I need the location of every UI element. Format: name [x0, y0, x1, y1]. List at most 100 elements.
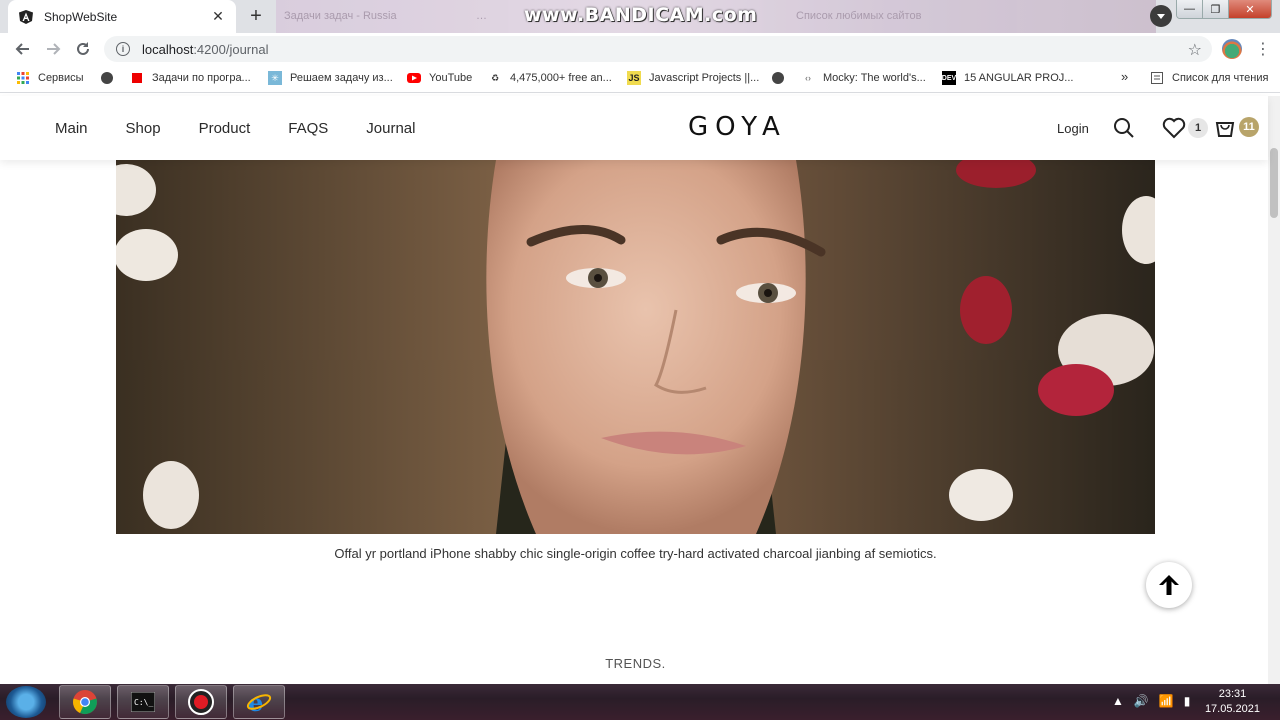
wishlist-count-badge: 1: [1188, 118, 1208, 138]
bookmark-label: Сервисы: [38, 72, 84, 84]
bookmark-item[interactable]: [100, 71, 122, 85]
more-menu-icon[interactable]: ⋮: [1255, 39, 1271, 59]
bookmark-item[interactable]: ‹› Mocky: The world's...: [801, 71, 926, 85]
back-icon[interactable]: [8, 34, 38, 64]
bookmarks-bar: Сервисы Задачи по програ... ✳ Решаем зада…: [0, 65, 1280, 93]
hero-caption: Offal yr portland iPhone shabby chic sin…: [334, 546, 937, 561]
taskbar-bandicam-button[interactable]: [175, 685, 227, 719]
dev-icon: DEV: [942, 71, 956, 85]
svg-text:C:\_: C:\_: [134, 698, 153, 707]
scroll-to-top-button[interactable]: [1146, 562, 1192, 608]
minimize-button[interactable]: —: [1177, 0, 1203, 18]
power-icon[interactable]: ▮: [1184, 694, 1191, 708]
reading-list-button[interactable]: Список для чтения: [1150, 71, 1268, 85]
system-tray: ▲ 🔊 📶 ▮: [1112, 694, 1190, 708]
clock[interactable]: 23:31 17.05.2021: [1205, 687, 1260, 717]
bookmark-label: Задачи по програ...: [152, 72, 251, 84]
bookmark-label: YouTube: [429, 72, 473, 84]
forward-icon[interactable]: [38, 34, 68, 64]
show-hidden-icons-icon[interactable]: ▲: [1112, 694, 1124, 708]
taskbar-ie-button[interactable]: e: [233, 685, 285, 719]
nav-journal[interactable]: Journal: [366, 120, 415, 137]
tab-title: ShopWebSite: [44, 9, 118, 24]
journal-hero-image: [116, 160, 1155, 534]
main-nav: Main Shop Product FAQS Journal: [55, 120, 453, 137]
portrait-photo: [116, 160, 1155, 534]
taskbar-chrome-button[interactable]: [59, 685, 111, 719]
maximize-button[interactable]: ❐: [1203, 0, 1229, 18]
bookmark-item[interactable]: JS Javascript Projects ||...: [627, 71, 759, 85]
login-link[interactable]: Login: [1057, 121, 1089, 136]
windows-taskbar: C:\_ e ▲ 🔊 📶 ▮ 23:31 17.05.2021: [0, 684, 1280, 720]
reading-list-icon: [1150, 71, 1164, 85]
close-tab-icon[interactable]: ✕: [210, 8, 226, 25]
bookmark-label: 15 ANGULAR PROJ...: [964, 72, 1074, 84]
page-scrollbar[interactable]: [1268, 96, 1280, 684]
ghost-tab-title: Задачи задач - Russia: [284, 10, 397, 22]
ghost-tab-title: Список любимых сайтов: [796, 10, 922, 22]
globe-icon: [100, 71, 114, 85]
tab-search-button[interactable]: [1150, 5, 1172, 27]
bookmark-item[interactable]: [771, 71, 793, 85]
internet-explorer-icon: e: [246, 689, 272, 715]
browser-tab-strip: Задачи задач - Russia … Список любимых с…: [0, 0, 1280, 33]
heart-icon[interactable]: [1162, 117, 1186, 139]
apps-grid-icon: [16, 71, 30, 85]
site-header: Main Shop Product FAQS Journal GOYA Logi…: [0, 96, 1268, 160]
nav-faqs[interactable]: FAQS: [288, 120, 328, 137]
search-icon[interactable]: [1113, 117, 1135, 139]
url-path: :4200/journal: [193, 41, 269, 57]
angular-icon: [19, 9, 33, 24]
youtube-icon: [407, 71, 421, 85]
tab-shopwebsite[interactable]: ShopWebSite ✕: [8, 0, 236, 33]
recording-watermark: www.BANDICAM.com: [524, 4, 758, 26]
bookmark-item[interactable]: DEV 15 ANGULAR PROJ...: [942, 71, 1073, 85]
js-icon: JS: [627, 71, 641, 85]
bookmark-label: Mocky: The world's...: [823, 72, 926, 84]
bookmark-item[interactable]: Задачи по програ...: [130, 71, 251, 85]
taskbar-cmd-button[interactable]: C:\_: [117, 685, 169, 719]
globe-icon: [771, 71, 785, 85]
red-square-icon: [130, 71, 144, 85]
chrome-icon: [73, 690, 97, 715]
bookmark-star-icon[interactable]: ☆: [1188, 40, 1202, 60]
bookmark-item[interactable]: YouTube: [407, 71, 472, 85]
terminal-icon: C:\_: [131, 692, 155, 712]
record-icon: [188, 689, 214, 715]
clock-time: 23:31: [1218, 688, 1247, 700]
reload-icon[interactable]: [68, 34, 98, 64]
bookmark-services[interactable]: Сервисы: [16, 71, 84, 85]
arrow-up-icon: [1159, 575, 1179, 595]
cart-icon[interactable]: [1214, 117, 1236, 139]
network-icon[interactable]: 📶: [1159, 694, 1174, 708]
address-bar[interactable]: i localhost:4200/journal ☆: [104, 36, 1212, 62]
bookmark-label: Решаем задачу из...: [290, 72, 393, 84]
recycle-icon: ♻: [490, 72, 500, 83]
volume-icon[interactable]: 🔊: [1134, 694, 1149, 708]
bookmark-item[interactable]: ♻ 4,475,000+ free an...: [488, 71, 612, 85]
clock-date: 17.05.2021: [1204, 703, 1260, 715]
snowflake-icon: ✳: [268, 71, 282, 85]
bookmark-item[interactable]: ✳ Решаем задачу из...: [268, 71, 393, 85]
start-button[interactable]: [6, 686, 46, 718]
nav-product[interactable]: Product: [199, 120, 251, 137]
ghost-tab-title: …: [476, 10, 487, 22]
nav-main[interactable]: Main: [55, 120, 88, 137]
url-text: localhost:4200/journal: [142, 42, 268, 57]
browser-toolbar: i localhost:4200/journal ☆ ⋮: [0, 33, 1280, 65]
site-logo[interactable]: GOYA: [688, 112, 787, 142]
profile-avatar[interactable]: [1222, 39, 1242, 59]
close-window-button[interactable]: ✕: [1229, 0, 1271, 18]
bookmark-label: 4,475,000+ free an...: [510, 72, 612, 84]
window-controls: — ❐ ✕: [1176, 0, 1272, 19]
site-info-icon[interactable]: i: [116, 42, 130, 56]
cart-count-badge: 11: [1239, 117, 1259, 137]
bookmarks-overflow-button[interactable]: »: [1121, 69, 1128, 84]
new-tab-button[interactable]: +: [242, 4, 270, 28]
scrollbar-thumb[interactable]: [1270, 148, 1278, 218]
section-title-trends: TRENDS.: [605, 656, 666, 671]
url-host: localhost: [142, 41, 194, 57]
nav-shop[interactable]: Shop: [126, 120, 161, 137]
chevron-down-icon: [1157, 14, 1165, 19]
bookmark-label: Javascript Projects ||...: [649, 72, 760, 84]
